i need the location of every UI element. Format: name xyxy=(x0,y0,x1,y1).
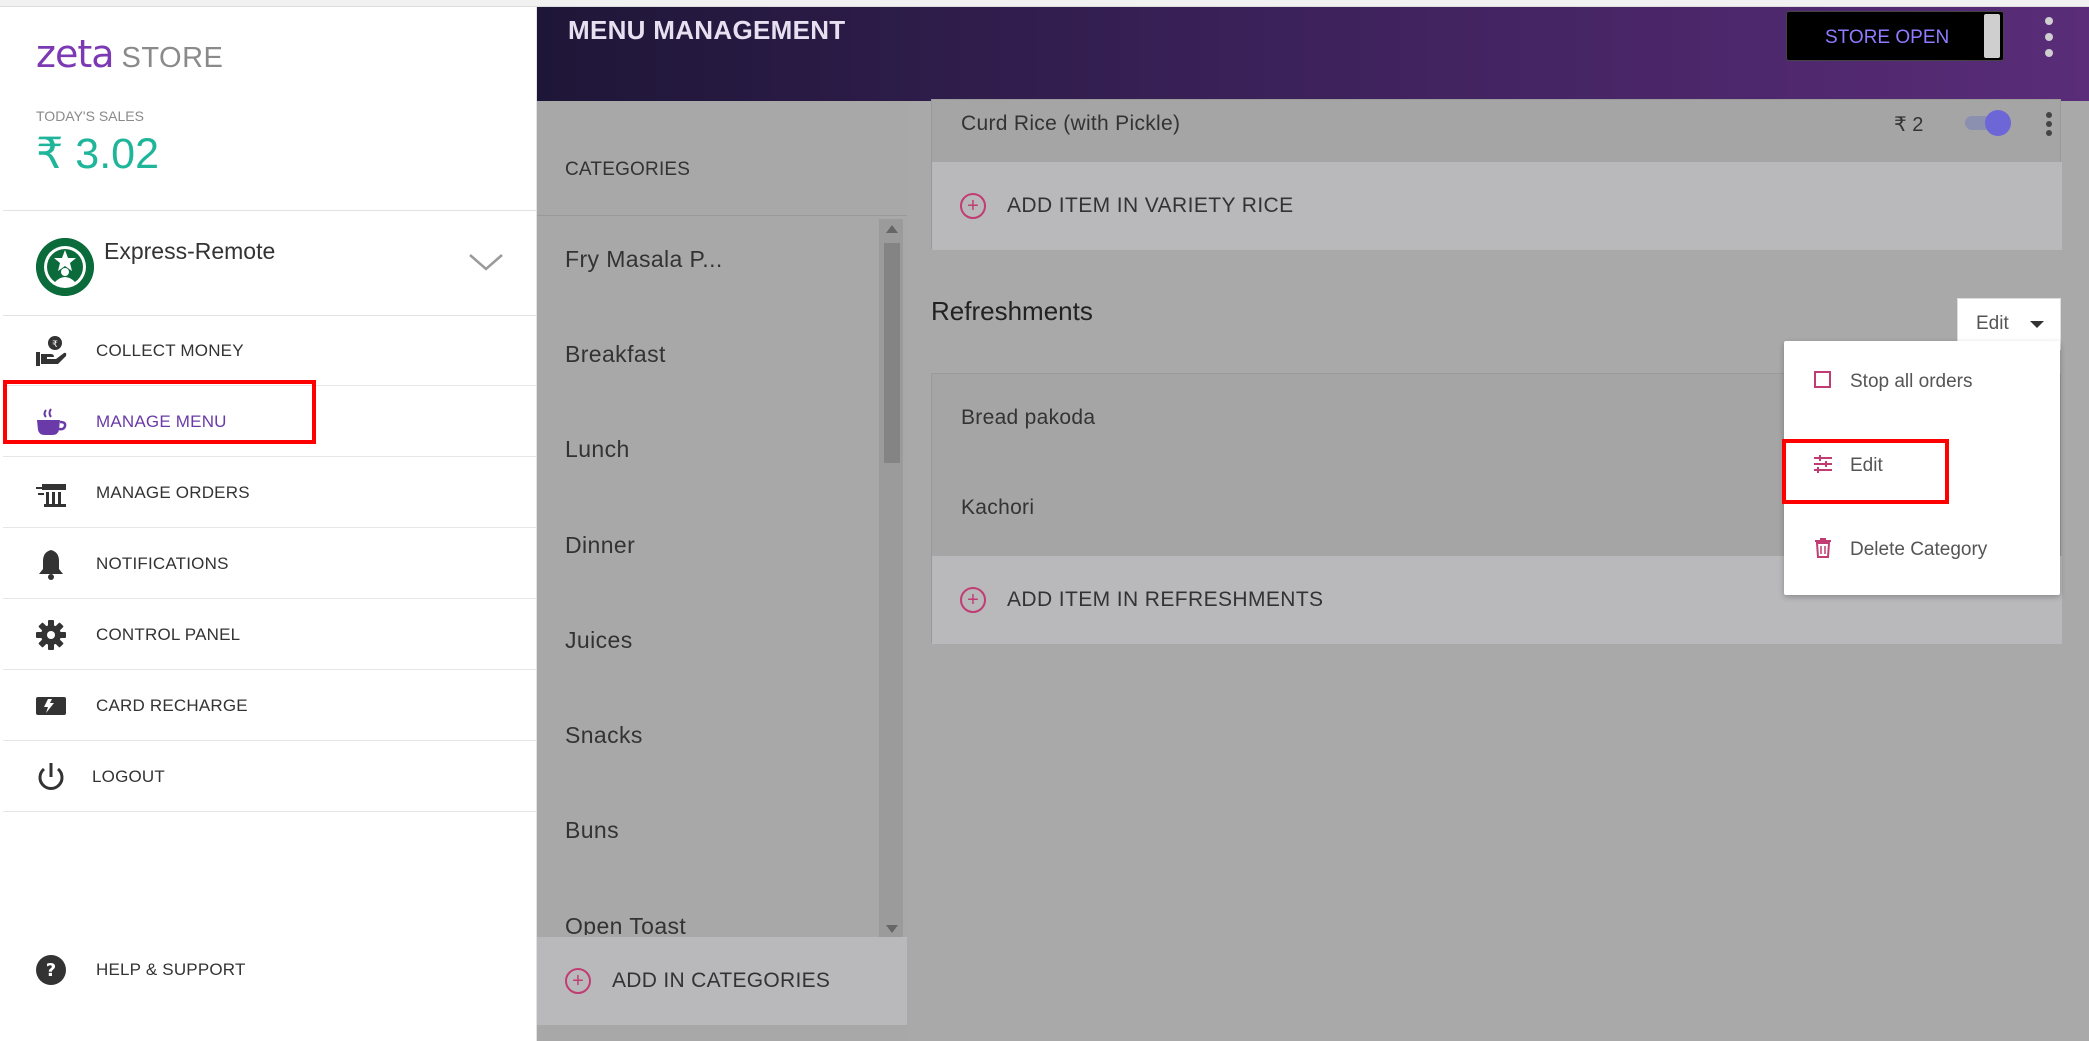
browser-top-strip xyxy=(0,0,2089,7)
brand-logo: zeta STORE xyxy=(36,32,223,82)
nav-label: NOTIFICATIONS xyxy=(96,553,229,573)
add-item-variety-rice-button[interactable]: + ADD ITEM IN VARIETY RICE xyxy=(932,162,2062,250)
menu-item-delete-category[interactable]: Delete Category xyxy=(1784,521,2060,581)
menu-item-row: Curd Rice (with Pickle) ₹ 2 xyxy=(932,100,2062,162)
toggle-handle xyxy=(1984,14,2000,58)
nav-help-support[interactable]: ? HELP & SUPPORT xyxy=(3,935,537,1005)
caret-down-icon xyxy=(2030,321,2044,328)
power-icon xyxy=(33,759,69,795)
help-icon: ? xyxy=(33,952,69,988)
add-category-label: ADD IN CATEGORIES xyxy=(612,969,831,992)
category-item[interactable]: Open Toast xyxy=(565,913,686,935)
nav-label: COLLECT MONEY xyxy=(96,340,244,360)
card-icon xyxy=(33,688,69,724)
menu-item-name: Kachori xyxy=(961,496,1035,519)
menu-item-label: Stop all orders xyxy=(1850,371,1973,392)
menu-item-name: Bread pakoda xyxy=(961,406,1096,429)
categories-list: Fry Masala P... Breakfast Lunch Dinner J… xyxy=(537,215,907,935)
store-avatar xyxy=(36,238,94,296)
menu-item-label: Delete Category xyxy=(1850,539,1988,560)
nav-manage-orders[interactable]: MANAGE ORDERS xyxy=(3,458,537,528)
collect-money-icon: ₹ xyxy=(33,333,69,369)
page-title: MENU MANAGEMENT xyxy=(568,15,846,45)
category-item[interactable]: Breakfast xyxy=(565,341,666,368)
store-open-label: STORE OPEN xyxy=(1825,27,1950,48)
category-item[interactable]: Fry Masala P... xyxy=(565,246,723,273)
more-vertical-icon[interactable] xyxy=(2042,17,2056,57)
svg-text:₹: ₹ xyxy=(52,340,58,350)
scroll-up-icon[interactable] xyxy=(886,225,898,233)
category-card-variety-rice: Curd Rice (with Pickle) ₹ 2 + ADD ITEM I… xyxy=(931,99,2062,250)
bell-icon xyxy=(33,546,69,582)
checkbox-icon xyxy=(1812,369,1834,391)
trash-icon xyxy=(1812,537,1834,559)
category-item[interactable]: Lunch xyxy=(565,436,630,463)
menu-item-price: ₹ 2 xyxy=(1894,114,1924,136)
more-vertical-icon[interactable] xyxy=(2045,112,2053,136)
nav-label: MANAGE ORDERS xyxy=(96,482,250,502)
add-item-label: ADD ITEM IN VARIETY RICE xyxy=(1007,194,1294,217)
scroll-thumb[interactable] xyxy=(884,243,900,463)
edit-button-label: Edit xyxy=(1976,313,2009,334)
plus-circle-icon: + xyxy=(565,968,591,994)
nav-label: CARD RECHARGE xyxy=(96,695,248,715)
svg-text:?: ? xyxy=(46,960,56,981)
nav-notifications[interactable]: NOTIFICATIONS xyxy=(3,529,537,599)
nav-label: HELP & SUPPORT xyxy=(96,960,246,979)
menu-item-name: Curd Rice (with Pickle) xyxy=(961,112,1181,135)
scroll-down-icon[interactable] xyxy=(886,925,898,933)
item-availability-toggle[interactable] xyxy=(1965,110,2013,136)
category-item[interactable]: Buns xyxy=(565,817,619,844)
menu-item-stop-all-orders[interactable]: Stop all orders xyxy=(1784,353,2060,413)
store-name: Express-Remote xyxy=(104,238,276,264)
sales-value: ₹ 3.02 xyxy=(36,130,159,178)
category-item[interactable]: Juices xyxy=(565,627,633,654)
nav-card-recharge[interactable]: CARD RECHARGE xyxy=(3,671,537,741)
highlight-edit-option xyxy=(1782,439,1949,504)
plus-circle-icon: + xyxy=(960,193,986,219)
add-item-label: ADD ITEM IN REFRESHMENTS xyxy=(1007,588,1324,611)
header-bar: MENU MANAGEMENT STORE OPEN xyxy=(537,7,2089,101)
sales-label: TODAY'S SALES xyxy=(36,108,144,124)
store-selector[interactable]: Express-Remote xyxy=(3,211,537,315)
sidebar: zeta STORE TODAY'S SALES ₹ 3.02 Express-… xyxy=(3,7,537,1041)
nav-label: LOGOUT xyxy=(92,766,165,786)
categories-title: CATEGORIES xyxy=(565,159,691,180)
categories-panel: CATEGORIES Fry Masala P... Breakfast Lun… xyxy=(537,101,907,1041)
nav-label: CONTROL PANEL xyxy=(96,624,241,644)
category-title: Refreshments xyxy=(931,296,1093,326)
nav-collect-money[interactable]: ₹ COLLECT MONEY xyxy=(3,316,537,386)
gear-icon xyxy=(33,617,69,653)
brand-logo-word: zeta xyxy=(36,32,115,76)
nav-logout[interactable]: LOGOUT xyxy=(3,742,537,812)
nav-control-panel[interactable]: CONTROL PANEL xyxy=(3,600,537,670)
categories-scrollbar[interactable] xyxy=(879,219,903,939)
brand-store-word: STORE xyxy=(121,42,224,74)
highlight-manage-menu xyxy=(3,380,316,444)
chevron-down-icon[interactable] xyxy=(466,251,506,275)
plus-circle-icon: + xyxy=(960,587,986,613)
orders-icon xyxy=(33,475,69,511)
category-item[interactable]: Dinner xyxy=(565,532,635,559)
add-category-button[interactable]: + ADD IN CATEGORIES xyxy=(537,937,907,1025)
store-open-toggle[interactable]: STORE OPEN xyxy=(1786,11,2004,61)
category-item[interactable]: Snacks xyxy=(565,722,643,749)
